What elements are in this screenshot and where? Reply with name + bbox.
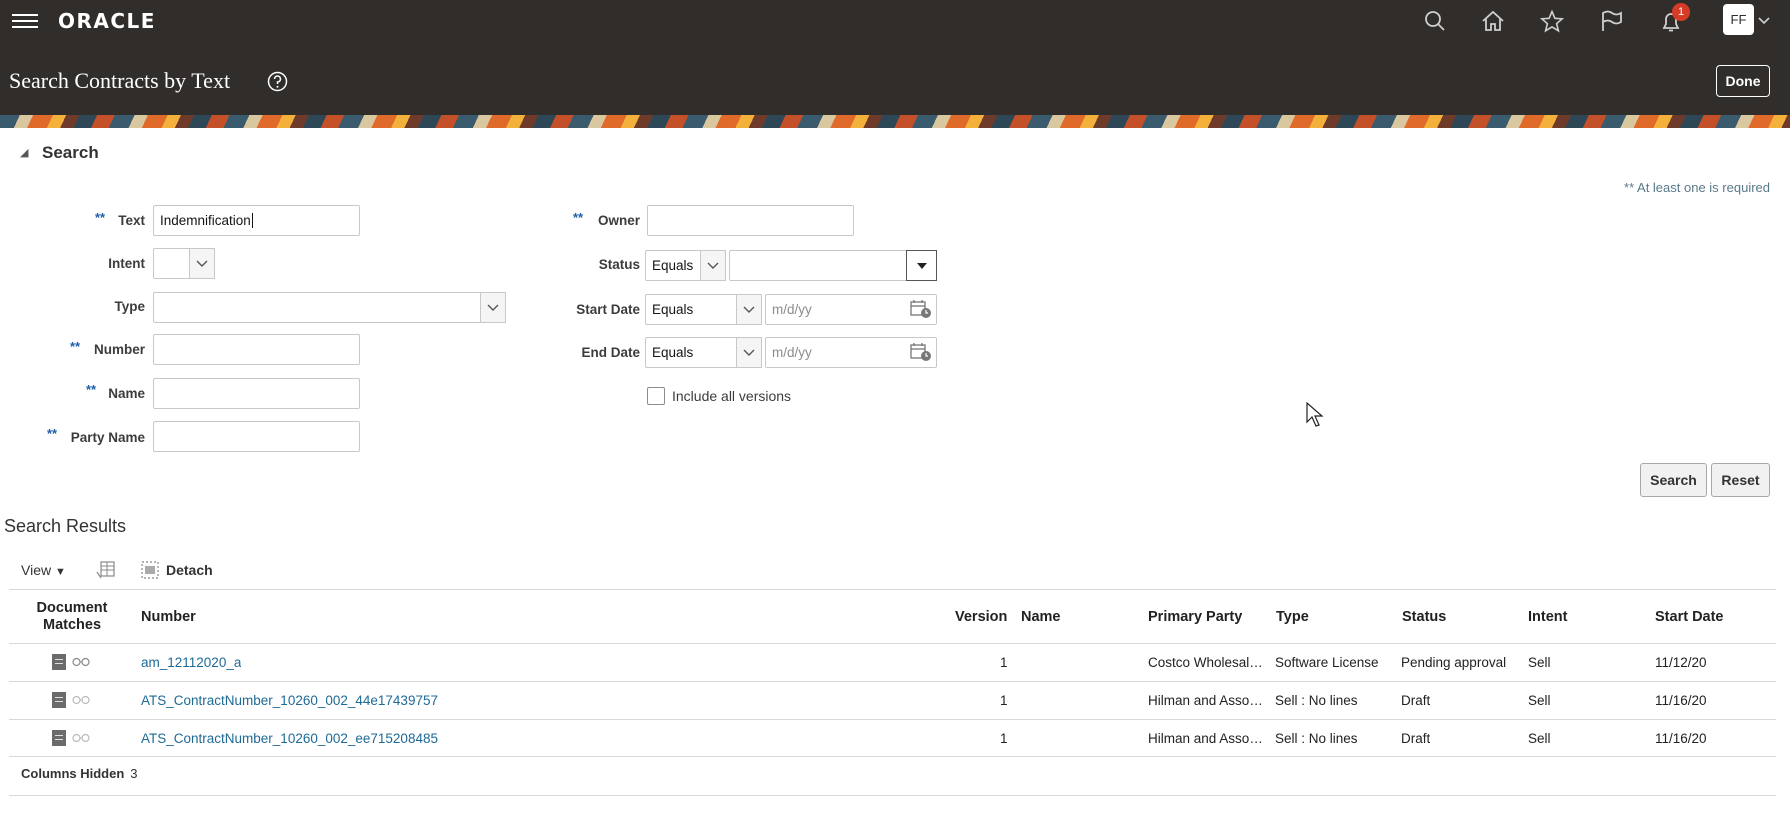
type-cell: Software License: [1275, 655, 1379, 670]
intent-cell: Sell: [1528, 693, 1551, 708]
number-label: Number: [93, 342, 145, 357]
type-label: Type: [114, 299, 145, 314]
end-date-operator-chevron-icon[interactable]: [736, 337, 762, 368]
intent-dropdown-chevron-icon[interactable]: [189, 248, 215, 279]
search-results-title: Search Results: [4, 516, 127, 536]
end-date-operator-select[interactable]: Equals: [645, 337, 738, 368]
required-marker: **: [47, 426, 58, 441]
status-cell: Pending approval: [1401, 655, 1507, 670]
calendar-icon[interactable]: [910, 299, 932, 319]
oracle-logo[interactable]: ORACLE: [58, 9, 156, 33]
type-cell: Sell : No lines: [1275, 693, 1358, 708]
notifications-bell-icon[interactable]: 1: [1656, 3, 1690, 36]
preview-glasses-icon[interactable]: [72, 695, 90, 705]
column-header-status[interactable]: Status: [1402, 609, 1446, 625]
start-date-cell: 11/16/20: [1655, 731, 1707, 746]
search-section-title[interactable]: Search: [42, 143, 99, 163]
name-input[interactable]: [153, 378, 360, 409]
home-icon[interactable]: [1478, 6, 1508, 36]
include-all-versions-checkbox[interactable]: [647, 387, 665, 405]
version-cell: 1: [1000, 655, 1008, 670]
document-icon[interactable]: [52, 692, 66, 708]
name-label: Name: [108, 386, 145, 401]
text-label: Text: [118, 213, 145, 228]
column-header-intent[interactable]: Intent: [1528, 609, 1567, 625]
search-icon[interactable]: [1420, 6, 1450, 36]
owner-input[interactable]: [647, 205, 854, 236]
contract-number-link[interactable]: ATS_ContractNumber_10260_002_44e17439757: [141, 693, 438, 708]
preview-glasses-icon[interactable]: [72, 657, 90, 667]
intent-label: Intent: [108, 256, 145, 271]
intent-select[interactable]: [153, 248, 191, 279]
intent-cell: Sell: [1528, 655, 1551, 670]
status-cell: Draft: [1401, 693, 1431, 708]
status-value-select[interactable]: [729, 250, 909, 281]
column-header-document-matches[interactable]: Document Matches: [9, 600, 135, 634]
column-header-name[interactable]: Name: [1021, 609, 1061, 625]
column-header-primary-party[interactable]: Primary Party: [1148, 609, 1242, 625]
column-header-number[interactable]: Number: [141, 609, 196, 625]
status-label: Status: [598, 257, 640, 272]
start-date-operator-chevron-icon[interactable]: [736, 294, 762, 325]
reset-button[interactable]: Reset: [1711, 463, 1770, 497]
start-date-label: Start Date: [576, 302, 640, 317]
mouse-pointer-icon: [1306, 402, 1324, 427]
required-marker: **: [70, 339, 81, 354]
preview-glasses-icon[interactable]: [72, 733, 90, 743]
done-button[interactable]: Done: [1716, 65, 1770, 97]
status-operator-select[interactable]: Equals: [645, 250, 702, 281]
document-icon[interactable]: [52, 654, 66, 670]
status-operator-chevron-icon[interactable]: [700, 250, 726, 281]
global-header: ORACLE 1 FF Search Contracts by Text Don…: [0, 0, 1790, 115]
required-note: ** At least one is required: [1624, 180, 1770, 195]
columns-hidden-status: Columns Hidden 3: [21, 766, 138, 781]
decorative-banner: [0, 115, 1790, 128]
type-dropdown-chevron-icon[interactable]: [480, 292, 506, 323]
help-icon[interactable]: [267, 71, 288, 92]
primary-party-cell: Hilman and Associates: [1148, 731, 1265, 746]
number-input[interactable]: [153, 334, 360, 365]
user-avatar[interactable]: FF: [1723, 4, 1754, 35]
detach-icon[interactable]: [140, 560, 160, 585]
text-input[interactable]: Indemnification: [153, 205, 360, 236]
start-date-cell: 11/16/20: [1655, 693, 1707, 708]
intent-cell: Sell: [1528, 731, 1551, 746]
column-header-type[interactable]: Type: [1276, 609, 1309, 625]
freeze-columns-icon[interactable]: [96, 560, 116, 585]
contract-number-link[interactable]: am_12112020_a: [141, 655, 241, 670]
calendar-icon[interactable]: [910, 342, 932, 362]
start-date-cell: 11/12/20: [1655, 655, 1707, 670]
type-select[interactable]: [153, 292, 483, 323]
primary-party-cell: Costco Wholesale Corporation: [1148, 655, 1265, 670]
contract-number-link[interactable]: ATS_ContractNumber_10260_002_ee715208485: [141, 731, 438, 746]
document-icon[interactable]: [52, 730, 66, 746]
start-date-operator-select[interactable]: Equals: [645, 294, 738, 325]
menu-icon[interactable]: [12, 11, 38, 31]
status-cell: Draft: [1401, 731, 1431, 746]
collapse-triangle-icon[interactable]: ◢: [20, 146, 28, 159]
party-name-label: Party Name: [70, 430, 145, 445]
column-header-version[interactable]: Version: [955, 609, 1007, 625]
owner-label: Owner: [597, 213, 640, 228]
party-name-input[interactable]: [153, 421, 360, 452]
version-cell: 1: [1000, 693, 1008, 708]
status-value-caret-icon[interactable]: [906, 250, 937, 281]
view-menu[interactable]: View ▼: [21, 562, 66, 578]
search-button[interactable]: Search: [1640, 463, 1707, 497]
end-date-label: End Date: [581, 345, 640, 360]
watchlist-flag-icon[interactable]: [1597, 6, 1627, 36]
column-header-start-date[interactable]: Start Date: [1655, 609, 1724, 625]
detach-button[interactable]: Detach: [166, 562, 213, 578]
page-title: Search Contracts by Text: [9, 68, 231, 93]
favorites-star-icon[interactable]: [1537, 6, 1567, 36]
version-cell: 1: [1000, 731, 1008, 746]
include-all-versions-label[interactable]: Include all versions: [672, 388, 791, 404]
primary-party-cell: Hilman and Associates: [1148, 693, 1265, 708]
type-cell: Sell : No lines: [1275, 731, 1358, 746]
chevron-down-icon[interactable]: [1758, 12, 1770, 30]
notification-badge: 1: [1672, 3, 1690, 21]
